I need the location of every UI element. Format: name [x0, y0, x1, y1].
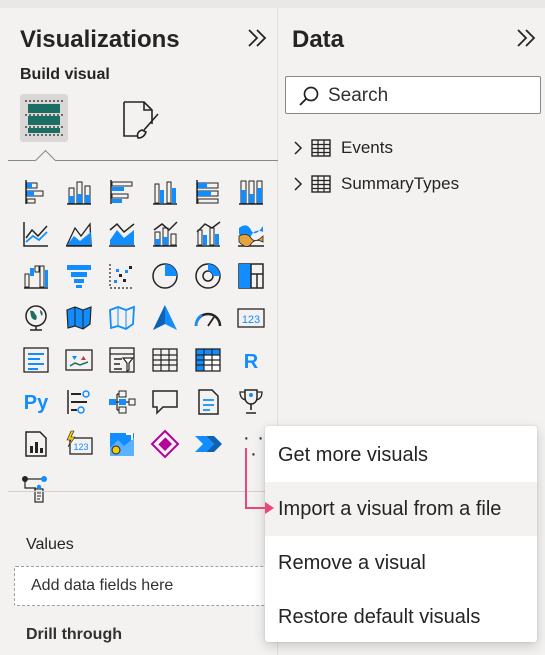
top-bar	[0, 0, 545, 8]
metrics-icon[interactable]	[235, 386, 267, 418]
pie-chart-icon[interactable]	[149, 260, 181, 292]
arcgis-map-icon[interactable]	[106, 428, 138, 460]
stacked-bar-chart-icon[interactable]	[20, 176, 52, 208]
menu-item-get-more-visuals[interactable]: Get more visuals	[265, 428, 537, 482]
power-automate-flow-icon[interactable]	[192, 428, 224, 460]
chevron-right-icon[interactable]	[291, 139, 305, 157]
visualizations-title: Visualizations	[20, 26, 180, 53]
scatter-chart-icon[interactable]	[106, 260, 138, 292]
values-label: Values	[26, 536, 74, 553]
power-automate-icon[interactable]: 123	[63, 428, 95, 460]
menu-item-label: Remove a visual	[278, 552, 426, 574]
clustered-column-chart-icon[interactable]	[149, 176, 181, 208]
menu-item-remove-visual[interactable]: Remove a visual	[265, 536, 537, 590]
multi-row-card-icon[interactable]	[20, 344, 52, 376]
waterfall-chart-icon[interactable]	[20, 260, 52, 292]
table-name: Events	[341, 138, 393, 157]
build-visual-heading: Build visual	[20, 66, 110, 83]
stacked-column-chart-icon[interactable]	[63, 176, 95, 208]
kpi-icon[interactable]	[63, 344, 95, 376]
menu-item-label: Restore default visuals	[278, 606, 481, 628]
smart-narrative-icon[interactable]	[192, 386, 224, 418]
svg-text:123: 123	[242, 314, 260, 326]
power-apps-icon[interactable]	[149, 428, 181, 460]
build-visual-tab[interactable]	[20, 94, 68, 142]
svg-text:R: R	[244, 351, 259, 373]
collapse-pane-icon[interactable]	[515, 27, 537, 49]
decomposition-tree-icon[interactable]	[106, 386, 138, 418]
treemap-icon[interactable]	[235, 260, 267, 292]
100-stacked-column-chart-icon[interactable]	[235, 176, 267, 208]
stacked-area-chart-icon[interactable]	[106, 218, 138, 250]
data-title: Data	[292, 26, 345, 53]
line-and-stacked-column-chart-icon[interactable]	[149, 218, 181, 250]
menu-item-import-visual-from-file[interactable]: Import a visual from a file	[265, 482, 537, 536]
menu-item-restore-default-visuals[interactable]: Restore default visuals	[265, 590, 537, 644]
ribbon-chart-icon[interactable]	[235, 218, 267, 250]
svg-text:123: 123	[73, 442, 88, 452]
gauge-icon[interactable]	[192, 302, 224, 334]
clustered-bar-chart-icon[interactable]	[106, 176, 138, 208]
collapse-pane-icon[interactable]	[246, 27, 268, 49]
add-data-fields-well[interactable]: Add data fields here	[14, 566, 278, 606]
azure-map-icon[interactable]	[149, 302, 181, 334]
custom-visual-icon[interactable]	[20, 474, 52, 506]
search-placeholder: Search	[328, 85, 389, 106]
card-icon[interactable]: 123	[235, 302, 267, 334]
slicer-icon[interactable]	[106, 344, 138, 376]
table-name: SummaryTypes	[341, 174, 460, 193]
search-icon	[299, 86, 319, 106]
table-tree-item[interactable]: SummaryTypes	[291, 172, 531, 196]
menu-item-label: Get more visuals	[278, 444, 429, 466]
build-visual-icon	[25, 100, 63, 136]
funnel-icon[interactable]	[63, 260, 95, 292]
r-visual-icon[interactable]: R	[235, 344, 267, 376]
100-stacked-bar-chart-icon[interactable]	[192, 176, 224, 208]
python-visual-icon[interactable]: Py	[20, 386, 52, 418]
line-chart-icon[interactable]	[20, 218, 52, 250]
svg-text:Py: Py	[24, 392, 49, 414]
line-and-clustered-column-chart-icon[interactable]	[192, 218, 224, 250]
table-tree-item[interactable]: Events	[291, 136, 531, 160]
visualizations-pane: Visualizations Build visual 123 R Py 123…	[8, 8, 278, 655]
area-chart-icon[interactable]	[63, 218, 95, 250]
table-icon[interactable]	[149, 344, 181, 376]
search-input[interactable]: Search	[285, 76, 541, 114]
callout-arrow-icon	[245, 448, 274, 514]
menu-item-label: Import a visual from a file	[278, 498, 502, 520]
paginated-report-icon[interactable]	[20, 428, 52, 460]
map-icon[interactable]	[20, 302, 52, 334]
table-icon	[311, 175, 331, 193]
key-influencers-icon[interactable]	[63, 386, 95, 418]
drill-through-label: Drill through	[26, 626, 122, 643]
filled-map-icon[interactable]	[63, 302, 95, 334]
donut-chart-icon[interactable]	[192, 260, 224, 292]
matrix-icon[interactable]	[192, 344, 224, 376]
shape-map-icon[interactable]	[106, 302, 138, 334]
more-visuals-context-menu: Get more visuals Import a visual from a …	[265, 426, 537, 642]
table-icon	[311, 139, 331, 157]
chevron-right-icon[interactable]	[291, 175, 305, 193]
qa-icon[interactable]	[149, 386, 181, 418]
format-visual-icon[interactable]	[118, 98, 164, 142]
